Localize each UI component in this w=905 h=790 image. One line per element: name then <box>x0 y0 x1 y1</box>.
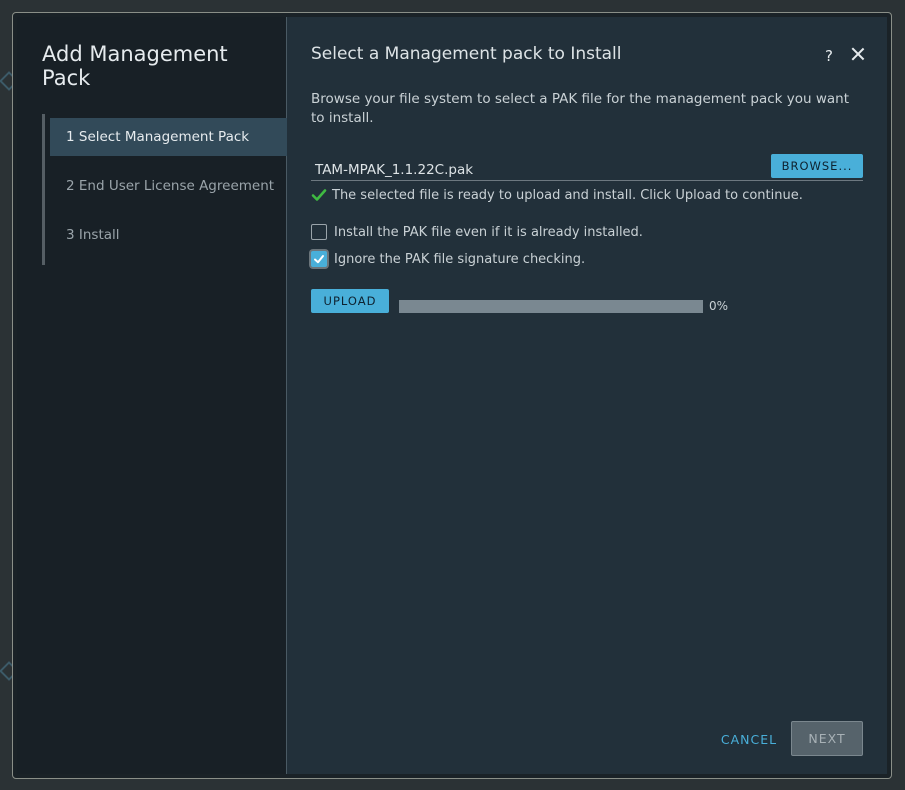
page-description: Browse your file system to select a PAK … <box>311 91 850 126</box>
check-icon <box>311 189 327 201</box>
wizard-steps: 1 Select Management Pack 2 End User Lice… <box>42 114 287 265</box>
upload-button[interactable]: UPLOAD <box>311 289 389 313</box>
cancel-button[interactable]: CANCEL <box>711 727 787 751</box>
checkmark-icon <box>314 255 324 264</box>
wizard-sidebar: Add Management Pack 1 Select Management … <box>17 17 287 774</box>
file-status-text: The selected file is ready to upload and… <box>332 187 803 203</box>
add-management-pack-dialog: Add Management Pack 1 Select Management … <box>12 12 892 779</box>
selected-file-name: TAM-MPAK_1.1.22C.pak <box>315 162 474 178</box>
force-install-checkbox[interactable] <box>311 224 327 240</box>
force-install-label: Install the PAK file even if it is alrea… <box>334 224 643 240</box>
upload-progress-bar <box>399 300 703 313</box>
wizard-step-install[interactable]: 3 Install <box>50 216 287 264</box>
close-icon[interactable] <box>849 45 867 63</box>
page-title: Select a Management pack to Install <box>311 44 622 64</box>
file-picker: TAM-MPAK_1.1.22C.pak BROWSE... <box>311 153 863 181</box>
force-install-option[interactable]: Install the PAK file even if it is alrea… <box>311 224 643 240</box>
upload-progress-text: 0% <box>709 299 729 313</box>
ignore-signature-label: Ignore the PAK file signature checking. <box>334 251 586 267</box>
wizard-title: Add Management Pack <box>42 42 228 90</box>
ignore-signature-checkbox[interactable] <box>311 251 327 267</box>
browse-button[interactable]: BROWSE... <box>771 154 863 178</box>
wizard-content: Select a Management pack to Install ? Br… <box>287 17 887 774</box>
help-icon[interactable]: ? <box>825 47 833 65</box>
wizard-step-select-management-pack[interactable]: 1 Select Management Pack <box>50 118 287 156</box>
next-button[interactable]: NEXT <box>791 721 863 756</box>
ignore-signature-option[interactable]: Ignore the PAK file signature checking. <box>311 251 585 267</box>
file-status: The selected file is ready to upload and… <box>311 187 803 203</box>
wizard-step-eula[interactable]: 2 End User License Agreement <box>50 167 287 215</box>
